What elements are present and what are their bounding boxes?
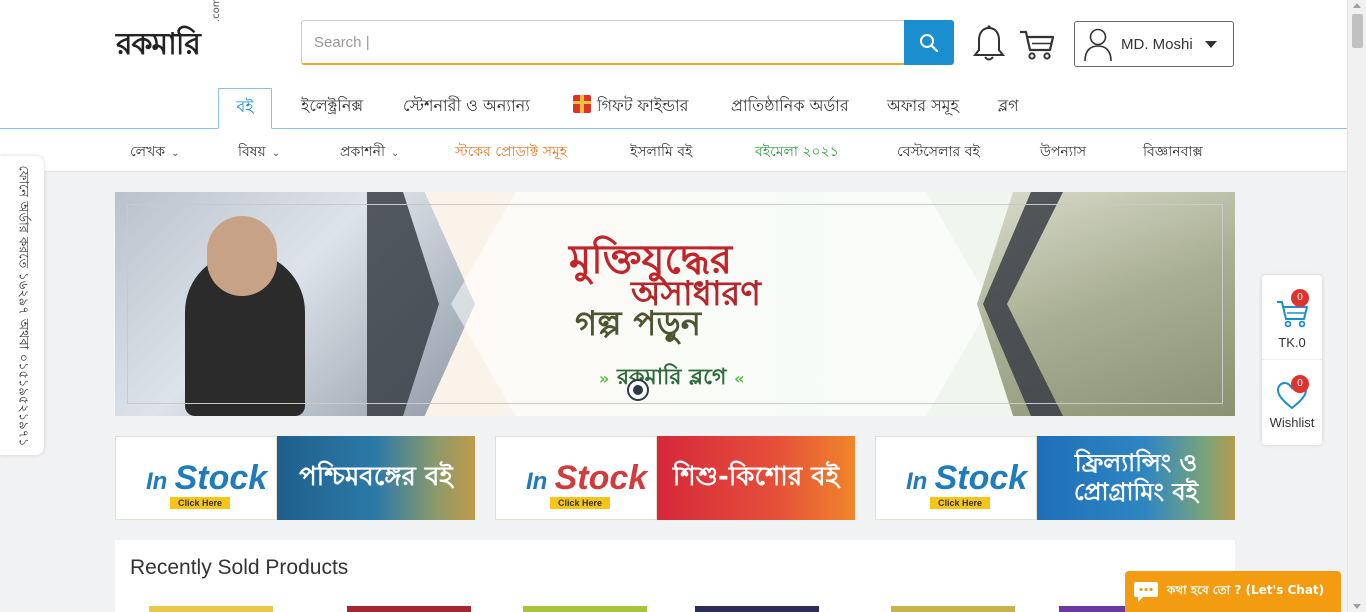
subnav-in-stock[interactable]: স্টকের প্রোডাক্ট সমূহ	[455, 140, 567, 164]
account-menu[interactable]: MD. Moshi	[1074, 21, 1234, 67]
search-button[interactable]	[904, 20, 954, 65]
click-here-label: Click Here	[550, 497, 611, 509]
wishlist-label: Wishlist	[1269, 415, 1315, 430]
chat-label: কথা হবে তো ? (Let's Chat)	[1167, 582, 1325, 597]
book-cover[interactable]	[347, 606, 471, 612]
scroll-down-icon[interactable]	[1353, 604, 1361, 609]
chevron-down-icon: ⌄	[171, 148, 180, 159]
cart-total: TK.0	[1278, 335, 1306, 350]
wishlist-count-badge: 0	[1291, 375, 1309, 393]
scrollbar-thumb[interactable]	[1352, 14, 1363, 48]
nav-electronics[interactable]: ইলেক্ট্রনিক্স	[301, 88, 363, 128]
book-cover[interactable]	[523, 606, 647, 612]
account-name: MD. Moshi	[1121, 35, 1193, 53]
book-cover[interactable]	[149, 606, 273, 612]
click-here-label: Click Here	[930, 497, 991, 509]
in-word: In	[146, 468, 168, 495]
book-cover[interactable]	[891, 606, 1015, 612]
nav-gift-finder[interactable]: গিফট ফাইন্ডার	[573, 88, 688, 128]
in-stock-label: In Stock	[146, 459, 267, 498]
hotline-text: ফোনে অর্ডার করতে ১৬২৯৭ অথবা ০১৫১৯৫২১৯৭১	[15, 165, 31, 446]
stock-word: Stock	[174, 459, 268, 497]
search-icon	[920, 33, 939, 52]
book-cover[interactable]	[695, 606, 819, 612]
hotline-tab[interactable]: ফোনে অর্ডার করতে ১৬২৯৭ অথবা ০১৫১৯৫২১৯৭১	[0, 156, 44, 455]
nav-offers[interactable]: অফার সমূহ	[887, 88, 959, 128]
promo-tag: In Stock Click Here	[875, 436, 1037, 520]
chevron-down-icon: ⌄	[271, 148, 281, 159]
floating-cart-widget: 0 TK.0 0 Wishlist	[1262, 275, 1322, 445]
logo-suffix: .com	[211, 0, 222, 22]
subnav-subject[interactable]: বিষয় ⌄	[238, 140, 280, 164]
promo-title-line-2: প্রোগ্রামিং বই	[1073, 478, 1199, 506]
site-logo[interactable]: রকমারি .com	[116, 0, 226, 64]
in-stock-label: In Stock	[526, 459, 647, 498]
user-icon	[1084, 28, 1112, 62]
cart-count-badge: 0	[1291, 289, 1309, 307]
nav-blog[interactable]: ব্লগ	[998, 88, 1019, 128]
subnav-science-box[interactable]: বিজ্ঞানবাক্স	[1143, 140, 1203, 164]
subnav-bestseller[interactable]: বেস্টসেলার বই	[897, 140, 980, 164]
in-word: In	[526, 468, 548, 495]
subnav-subject-label: বিষয়	[238, 144, 266, 160]
book-strip	[149, 606, 1229, 612]
promo-tile-kids[interactable]: In Stock Click Here শিশু-কিশোর বই	[495, 436, 855, 520]
notification-bell[interactable]	[971, 24, 1007, 64]
promo-title: শিশু-কিশোর বই	[657, 436, 855, 520]
nav-corporate-order[interactable]: প্রাতিষ্ঠানিক অর্ডার	[731, 88, 849, 128]
promo-title-line-1: ফ্রিল্যান্সিং ও	[1074, 449, 1198, 478]
carousel-dot[interactable]	[627, 379, 649, 401]
banner-cta: » রকমারি ব্লগে «	[599, 360, 744, 397]
subnav-author-label: লেখক	[130, 144, 166, 160]
double-chevron-left-icon: «	[734, 369, 745, 388]
promo-title: পশ্চিমবঙ্গের বই	[277, 436, 475, 520]
double-chevron-right-icon: »	[599, 369, 610, 388]
subnav-author[interactable]: লেখক ⌄	[130, 140, 180, 164]
search-input[interactable]	[301, 20, 905, 65]
gift-icon	[573, 95, 591, 113]
search-bar	[301, 20, 954, 65]
logo-text: রকমারি	[116, 27, 201, 62]
subnav-novel[interactable]: উপন্যাস	[1040, 140, 1086, 164]
page-scrollbar[interactable]	[1347, 0, 1366, 612]
promo-tag: In Stock Click Here	[495, 436, 657, 520]
in-word: In	[906, 468, 928, 495]
banner-headline-3: গল্প পড়ুন	[575, 304, 702, 344]
chat-icon	[1134, 581, 1158, 602]
promo-tile-west-bengal[interactable]: In Stock Click Here পশ্চিমবঙ্গের বই	[115, 436, 475, 520]
site-header: রকমারি .com MD. Moshi বই ইলেক্ট্রনিক্স স…	[0, 0, 1347, 172]
promo-tag: In Stock Click Here	[115, 436, 277, 520]
live-chat-button[interactable]: কথা হবে তো ? (Let's Chat)	[1125, 571, 1341, 612]
scroll-up-icon[interactable]	[1353, 3, 1361, 8]
subnav-islamic-books[interactable]: ইসলামি বই	[630, 140, 692, 164]
sub-nav: লেখক ⌄ বিষয় ⌄ প্রকাশনী ⌄ স্টকের প্রোডাক্ট …	[0, 130, 1347, 172]
stock-word: Stock	[554, 459, 648, 497]
recently-sold-section: Recently Sold Products	[115, 540, 1235, 612]
nav-gift-finder-label: গিফট ফাইন্ডার	[597, 96, 689, 115]
subnav-boimela[interactable]: বইমেলা ২০২১	[755, 140, 839, 164]
cart-icon	[1020, 30, 1055, 60]
subnav-publisher-label: প্রকাশনী	[340, 144, 385, 160]
stock-word: Stock	[934, 459, 1028, 497]
bell-icon	[972, 25, 1006, 61]
nav-stationery[interactable]: স্টেশনারী ও অন্যান্য	[403, 88, 530, 128]
chevron-down-icon: ⌄	[390, 148, 400, 159]
main-nav: বই ইলেক্ট্রনিক্স স্টেশনারী ও অন্যান্য গি…	[0, 88, 1347, 129]
chevron-down-icon	[1205, 40, 1217, 48]
section-title: Recently Sold Products	[130, 556, 349, 579]
divider	[1262, 359, 1322, 360]
cart-button[interactable]	[1017, 24, 1057, 64]
in-stock-label: In Stock	[906, 459, 1027, 498]
promo-title: ফ্রিল্যান্সিং ও প্রোগ্রামিং বই	[1037, 436, 1235, 520]
hero-banner[interactable]: মুক্তিযুদ্ধের অসাধারণ গল্প পড়ুন » রকমার…	[115, 192, 1235, 416]
promo-tile-freelancing[interactable]: In Stock Click Here ফ্রিল্যান্সিং ও প্রো…	[875, 436, 1235, 520]
nav-books[interactable]: বই	[218, 88, 272, 129]
subnav-publisher[interactable]: প্রকাশনী ⌄	[340, 140, 399, 164]
click-here-label: Click Here	[170, 497, 231, 509]
